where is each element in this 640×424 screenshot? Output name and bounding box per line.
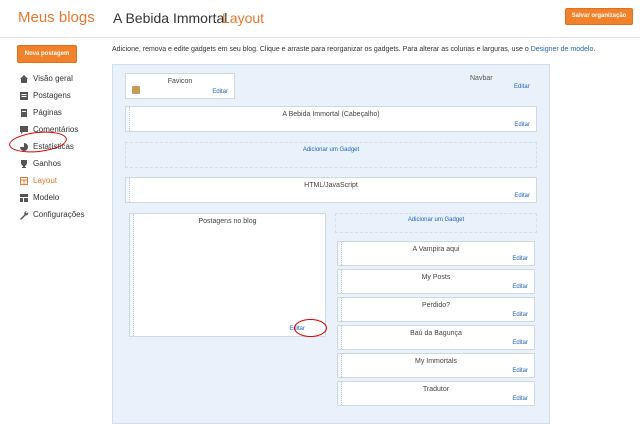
gadget-blog-posts[interactable]: Postagens no blog Editar: [129, 213, 326, 337]
sidebar-item-overview[interactable]: Visão geral: [18, 70, 85, 87]
gadget-html-javascript[interactable]: HTML/JavaScript Editar: [125, 177, 537, 203]
edit-link[interactable]: Editar: [514, 193, 530, 199]
gadget-title: My Posts: [421, 274, 451, 281]
gadget-title: Tradutor: [422, 386, 450, 393]
layout-description: Adicione, remova e edite gadgets em seu …: [112, 46, 637, 53]
edit-link[interactable]: Editar: [512, 284, 528, 290]
edit-link[interactable]: Editar: [512, 312, 528, 318]
page-title: Layout: [222, 10, 265, 26]
trophy-icon: [18, 158, 30, 170]
edit-link[interactable]: Editar: [212, 89, 228, 95]
edit-link[interactable]: Editar: [512, 368, 528, 374]
sidebar-item-posts[interactable]: Postagens: [18, 87, 85, 104]
edit-link[interactable]: Editar: [512, 396, 528, 402]
sidebar-item-settings[interactable]: Configurações: [18, 206, 85, 223]
drag-handle[interactable]: [130, 214, 134, 336]
gadget-side[interactable]: Perdido? Editar: [337, 297, 535, 322]
template-designer-link[interactable]: Designer de modelo: [531, 46, 594, 53]
sidebar-item-template[interactable]: Modelo: [18, 189, 85, 206]
edit-link[interactable]: Editar: [512, 256, 528, 262]
sidebar-item-label: Postagens: [33, 91, 71, 100]
gadget-title: Favicon: [167, 78, 193, 85]
sidebar-item-label: Layout: [33, 176, 58, 185]
edit-link[interactable]: Editar: [512, 340, 528, 346]
blog-title[interactable]: A Bebida Immortal: [113, 10, 227, 26]
navbar-edit-link[interactable]: Editar: [514, 84, 530, 90]
pages-icon: [18, 107, 30, 119]
gadget-side[interactable]: My Posts Editar: [337, 269, 535, 294]
sidebar-item-label: Ganhos: [33, 159, 62, 168]
sidebar-item-pages[interactable]: Páginas: [18, 104, 85, 121]
edit-link[interactable]: Editar: [514, 122, 530, 128]
gadget-title: Postagens no blog: [198, 218, 257, 225]
gadget-side[interactable]: My Immortals Editar: [337, 353, 535, 378]
favicon-icon: [132, 86, 140, 94]
save-arrangement-button[interactable]: Salvar organização: [565, 8, 633, 25]
sidebar-item-label: Visão geral: [33, 74, 73, 83]
sidebar-item-label: Modelo: [33, 193, 60, 202]
sidebar-item-earnings[interactable]: Ganhos: [18, 155, 85, 172]
layout-canvas: Favicon Editar Navbar Editar A Bebida Im…: [112, 64, 550, 424]
wrench-icon: [18, 209, 30, 221]
gadget-title: A Vampira aqui: [412, 246, 460, 253]
sidebar-item-layout[interactable]: Layout: [18, 172, 85, 189]
posts-icon: [18, 90, 30, 102]
gadget-title: A Bebida Immortal (Cabeçalho): [282, 111, 380, 118]
description-end: .: [593, 46, 596, 53]
title-separator: ·: [212, 10, 217, 26]
top-header: Meus blogs A Bebida Immortal · Layout Sa…: [0, 0, 640, 38]
gadget-title: Baú da Bagunça: [410, 330, 462, 337]
description-text: Adicione, remova e edite gadgets em seu …: [112, 46, 531, 53]
gadget-side[interactable]: Tradutor Editar: [337, 381, 535, 406]
add-gadget-button-sidebar[interactable]: Adicionar um Gadget: [335, 213, 537, 233]
edit-annotation-circle: [294, 319, 327, 337]
template-icon: [18, 192, 30, 204]
gadget-title: HTML/JavaScript: [304, 182, 358, 189]
sidebar-item-label: Páginas: [33, 108, 62, 117]
gadget-title: My Immortals: [415, 358, 457, 365]
navbar-label: Navbar: [470, 75, 493, 82]
brand-link[interactable]: Meus blogs: [18, 9, 95, 26]
sidebar-item-label: Configurações: [33, 210, 85, 219]
gadget-side[interactable]: A Vampira aqui Editar: [337, 241, 535, 266]
layout-icon: [18, 175, 30, 187]
gadget-favicon[interactable]: Favicon Editar: [125, 73, 235, 99]
new-post-button[interactable]: Nova postagem: [17, 45, 77, 63]
gadget-side[interactable]: Baú da Bagunça Editar: [337, 325, 535, 350]
sidebar: Nova postagem Visão geral Postagens Pági…: [0, 38, 110, 424]
add-gadget-button[interactable]: Adicionar um Gadget: [125, 142, 537, 168]
gadget-header[interactable]: A Bebida Immortal (Cabeçalho) Editar: [125, 106, 537, 132]
home-icon: [18, 73, 30, 85]
gadget-title: Perdido?: [421, 302, 451, 309]
